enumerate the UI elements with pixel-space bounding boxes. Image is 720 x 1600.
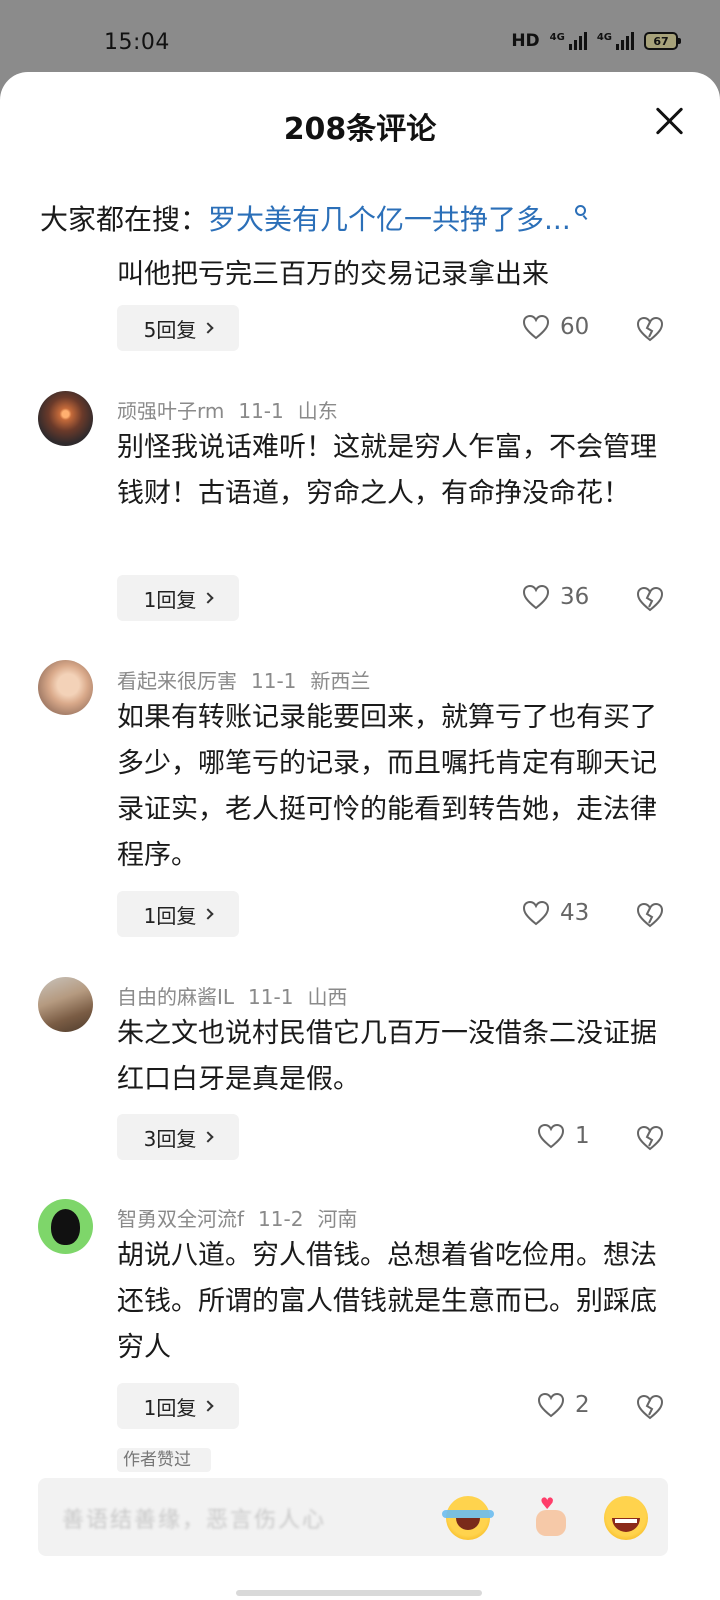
comment-meta: 智勇双全河流f 11-2 河南 (117, 1203, 371, 1232)
comment-text: 如果有转账记录能要回来，就算亏了也有买了多少，哪笔亏的记录，而且嘱托肯定有聊天记… (117, 702, 657, 871)
reply-button[interactable]: 3回复 (117, 1114, 239, 1160)
comment-text: 朱之文也说村民借它几百万一没借条二没证据红口白牙是真是假。 (117, 1018, 657, 1095)
comment-meta: 自由的麻酱IL 11-1 山西 (117, 981, 361, 1010)
chevron-right-icon (202, 592, 215, 604)
comment-text: 别怪我说话难听！这就是穷人乍富，不会管理钱财！古语道，穷命之人，有命挣没命花！ (117, 432, 657, 509)
comment-date: 11-1 (238, 399, 284, 423)
like-button[interactable]: 36 (522, 584, 589, 610)
comment-location: 山西 (307, 985, 348, 1009)
reply-button[interactable]: 1回复 (117, 1383, 239, 1429)
comment-location: 新西兰 (310, 669, 371, 693)
comment-location: 河南 (317, 1207, 358, 1231)
comment-input[interactable]: 善语结善缘，恶言伤人心 (62, 1502, 342, 1530)
chevron-right-icon (202, 1400, 215, 1412)
sheet-title: 208条评论 (283, 112, 437, 147)
status-icons: HD 4G 4G 67 (511, 31, 681, 51)
laugh-cry-emoji-icon[interactable] (442, 1496, 494, 1540)
home-indicator (236, 1590, 482, 1596)
like-count: 1 (575, 1123, 590, 1149)
like-button[interactable]: 2 (537, 1392, 590, 1418)
username[interactable]: 自由的麻酱IL (117, 985, 234, 1009)
avatar[interactable] (38, 660, 93, 715)
chevron-right-icon (202, 908, 215, 920)
comments-sheet: 208条评论 大家都在搜： 罗大美有几个亿一共挣了多... 叫他把亏完三百万的交… (0, 72, 720, 1600)
search-icon (574, 204, 586, 216)
reply-button[interactable]: 1回复 (117, 575, 239, 621)
like-button[interactable]: 43 (522, 900, 589, 926)
finger-heart-emoji-icon[interactable]: ♥ (530, 1494, 574, 1540)
chevron-right-icon (202, 1131, 215, 1143)
comment-meta: 顽强叶子rm 11-1 山东 (117, 395, 352, 424)
search-suggestion[interactable]: 大家都在搜： 罗大美有几个亿一共挣了多... (40, 198, 586, 238)
hd-indicator: HD (511, 31, 540, 51)
username[interactable]: 顽强叶子rm (117, 399, 224, 423)
broken-heart-icon[interactable] (636, 316, 664, 342)
heart-icon (537, 1123, 565, 1149)
username[interactable]: 看起来很厉害 (117, 669, 237, 693)
like-button[interactable]: 60 (522, 314, 589, 340)
like-button[interactable]: 1 (537, 1123, 590, 1149)
search-prefix: 大家都在搜： (40, 203, 209, 236)
comment-location: 山东 (297, 399, 338, 423)
like-count: 2 (575, 1392, 590, 1418)
comment-date: 11-1 (251, 669, 297, 693)
status-time: 15:04 (104, 30, 170, 55)
comment-date: 11-1 (248, 985, 294, 1009)
heart-icon (522, 584, 550, 610)
comment-date: 11-2 (258, 1207, 304, 1231)
avatar[interactable] (38, 1199, 93, 1254)
broken-heart-icon[interactable] (636, 902, 664, 928)
broken-heart-icon[interactable] (636, 1394, 664, 1420)
heart-icon (522, 900, 550, 926)
broken-heart-icon[interactable] (636, 1125, 664, 1151)
signal-icon: 4G (550, 32, 587, 50)
comment-text: 叫他把亏完三百万的交易记录拿出来 (117, 259, 549, 290)
username[interactable]: 智勇双全河流f (117, 1207, 244, 1231)
avatar[interactable] (38, 977, 93, 1032)
chevron-right-icon (202, 322, 215, 334)
author-liked-badge: 作者赞过 (117, 1448, 211, 1472)
like-count: 43 (560, 900, 590, 926)
like-count: 60 (560, 314, 590, 340)
avatar[interactable] (38, 391, 93, 446)
signal-icon-2: 4G (597, 32, 634, 50)
like-count: 36 (560, 584, 590, 610)
comment-text: 胡说八道。穷人借钱。总想着省吃俭用。想法还钱。所谓的富人借钱就是生意而已。别踩底… (117, 1240, 657, 1363)
heart-icon (537, 1392, 565, 1418)
comment-meta: 看起来很厉害 11-1 新西兰 (117, 665, 384, 694)
heart-icon (522, 314, 550, 340)
comment-composer[interactable]: 善语结善缘，恶言伤人心 ♥ (38, 1478, 668, 1556)
grin-emoji-icon[interactable] (604, 1496, 648, 1540)
status-bar: 15:04 HD 4G 4G 67 (0, 0, 720, 80)
reply-button[interactable]: 1回复 (117, 891, 239, 937)
close-icon[interactable] (654, 106, 684, 136)
search-query-link[interactable]: 罗大美有几个亿一共挣了多... (208, 198, 571, 238)
reply-button[interactable]: 5回复 (117, 305, 239, 351)
battery-icon: 67 (644, 32, 681, 50)
broken-heart-icon[interactable] (636, 586, 664, 612)
